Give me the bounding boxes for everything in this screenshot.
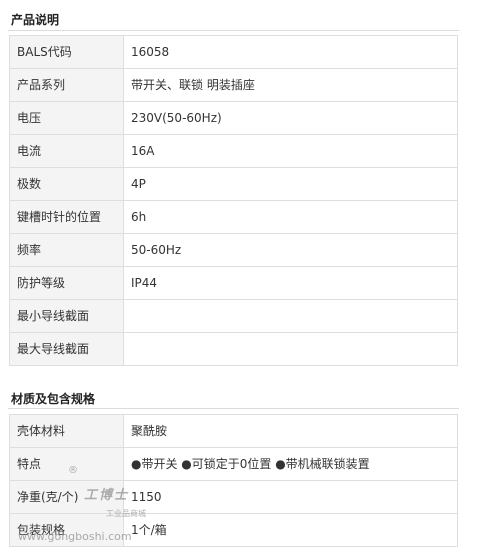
spec-row: 壳体材料 聚酰胺 — [9, 414, 458, 448]
spec-row: 键槽时针的位置 6h — [9, 200, 458, 234]
spec-row: 特点 ●带开关 ●可锁定于0位置 ●带机械联锁装置 — [9, 447, 458, 481]
spec-value — [123, 299, 458, 333]
spec-label: 特点 — [9, 447, 124, 481]
spec-label: 电流 — [9, 134, 124, 168]
spec-label: 键槽时针的位置 — [9, 200, 124, 234]
spec-row: 最大导线截面 — [9, 332, 458, 366]
spec-row: 频率 50-60Hz — [9, 233, 458, 267]
section-title-material-spec: 材质及包含规格 — [11, 392, 96, 406]
spec-value: IP44 — [123, 266, 458, 300]
spec-value: 6h — [123, 200, 458, 234]
spec-row: 产品系列 带开关、联锁 明装插座 — [9, 68, 458, 102]
spec-value: ●带开关 ●可锁定于0位置 ●带机械联锁装置 — [123, 447, 458, 481]
spec-value: 1个/箱 — [123, 513, 458, 547]
spec-label: 包装规格 — [9, 513, 124, 547]
spec-label: 极数 — [9, 167, 124, 201]
spec-value: 4P — [123, 167, 458, 201]
spec-value: 16A — [123, 134, 458, 168]
spec-value: 1150 — [123, 480, 458, 514]
spec-label: 产品系列 — [9, 68, 124, 102]
spec-value: 聚酰胺 — [123, 414, 458, 448]
spec-label: 净重(克/个) — [9, 480, 124, 514]
spec-value: 16058 — [123, 35, 458, 69]
section-divider — [8, 30, 459, 31]
spec-label: 防护等级 — [9, 266, 124, 300]
spec-row: BALS代码 16058 — [9, 35, 458, 69]
spec-label: 频率 — [9, 233, 124, 267]
spec-row: 极数 4P — [9, 167, 458, 201]
product-description-table: BALS代码 16058 产品系列 带开关、联锁 明装插座 电压 230V(50-60Hz… — [9, 35, 458, 366]
spec-value: 50-60Hz — [123, 233, 458, 267]
spec-label: BALS代码 — [9, 35, 124, 69]
spec-row: 最小导线截面 — [9, 299, 458, 333]
spec-value: 230V(50-60Hz) — [123, 101, 458, 135]
spec-label: 最大导线截面 — [9, 332, 124, 366]
spec-label: 壳体材料 — [9, 414, 124, 448]
spec-row: 电压 230V(50-60Hz) — [9, 101, 458, 135]
spec-label: 电压 — [9, 101, 124, 135]
spec-row: 防护等级 IP44 — [9, 266, 458, 300]
spec-value: 带开关、联锁 明装插座 — [123, 68, 458, 102]
spec-row: 净重(克/个) 1150 — [9, 480, 458, 514]
spec-row: 包装规格 1个/箱 — [9, 513, 458, 547]
spec-label: 最小导线截面 — [9, 299, 124, 333]
material-spec-table: 壳体材料 聚酰胺 特点 ●带开关 ●可锁定于0位置 ●带机械联锁装置 净重(克/个) 11… — [9, 414, 458, 547]
spec-row: 电流 16A — [9, 134, 458, 168]
section-divider — [8, 408, 459, 409]
spec-value — [123, 332, 458, 366]
section-title-product-description: 产品说明 — [11, 13, 60, 27]
